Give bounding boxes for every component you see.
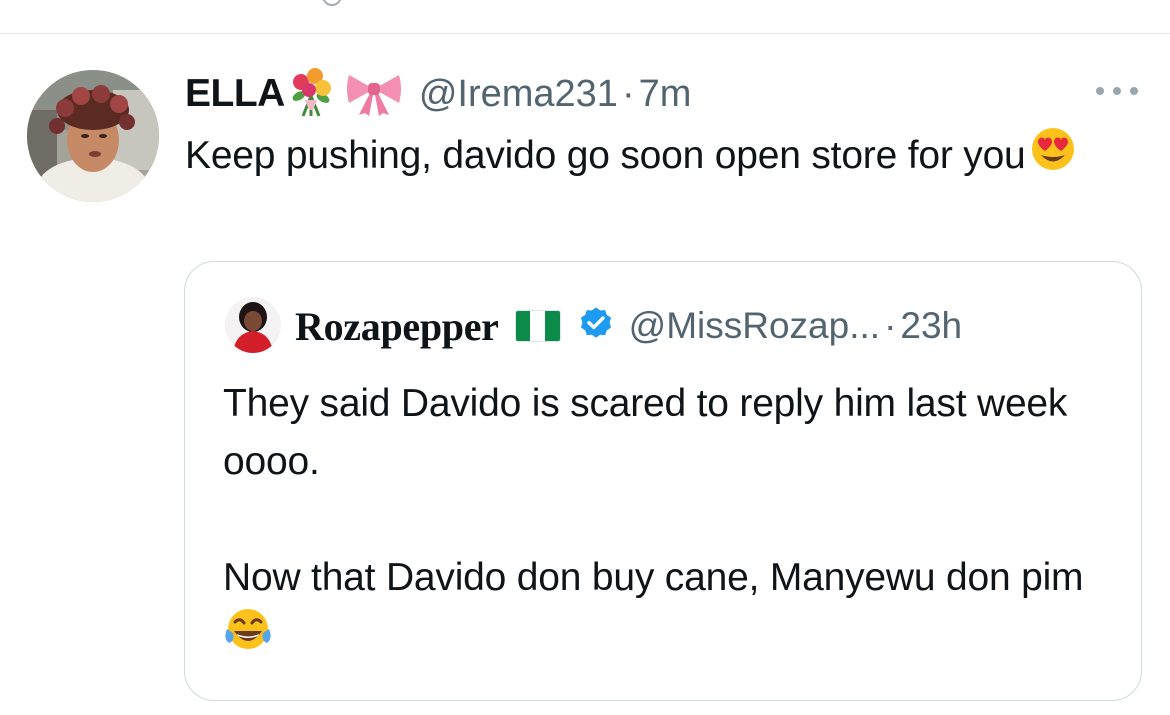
quoted-paragraph-2-line: Now that Davido don buy cane, Manyewu do… [223, 549, 1103, 670]
quoted-author-handle[interactable]: @MissRozap... [629, 305, 880, 347]
author-avatar[interactable] [27, 70, 159, 202]
quoted-separator-dot: · [884, 305, 897, 346]
previous-tweet-actions [0, 0, 1170, 34]
quoted-author-name[interactable]: Rozapepper [295, 303, 499, 350]
separator-dot: · [621, 72, 635, 115]
quoted-tweet-text: They said Davido is scared to reply him … [223, 375, 1103, 670]
more-options-icon[interactable] [1096, 84, 1138, 98]
tweet-header: ELLA @Irema231 · 7m [185, 64, 691, 124]
nigeria-flag-icon [514, 310, 561, 342]
quoted-tweet-header: Rozapepper @MissRozap... · 23h [295, 298, 962, 354]
tweet[interactable]: ELLA @Irema231 · 7m Keep pushing, davido… [0, 34, 1170, 715]
tweet-timestamp[interactable]: 7m [639, 73, 692, 116]
quoted-author-avatar[interactable] [225, 297, 281, 353]
bouquet-icon [285, 66, 337, 123]
quoted-tweet[interactable]: Rozapepper @MissRozap... · 23h They said… [184, 261, 1142, 701]
tweet-text: Keep pushing, davido go soon open store … [185, 126, 1105, 189]
ribbon-icon [343, 67, 405, 122]
quoted-paragraph-1: They said Davido is scared to reply him … [223, 382, 1068, 483]
search-icon[interactable] [322, 0, 342, 6]
quoted-paragraph-2: Now that Davido don buy cane, Manyewu do… [223, 556, 1084, 599]
heart-eyes-icon [1028, 126, 1078, 189]
author-handle[interactable]: @Irema231 [419, 73, 618, 116]
quoted-tweet-timestamp[interactable]: 23h [900, 305, 962, 347]
author-name[interactable]: ELLA [185, 72, 285, 116]
verified-badge-icon[interactable] [577, 305, 615, 348]
tweet-body: Keep pushing, davido go soon open store … [185, 133, 1026, 177]
tears-of-joy-icon [223, 607, 273, 670]
